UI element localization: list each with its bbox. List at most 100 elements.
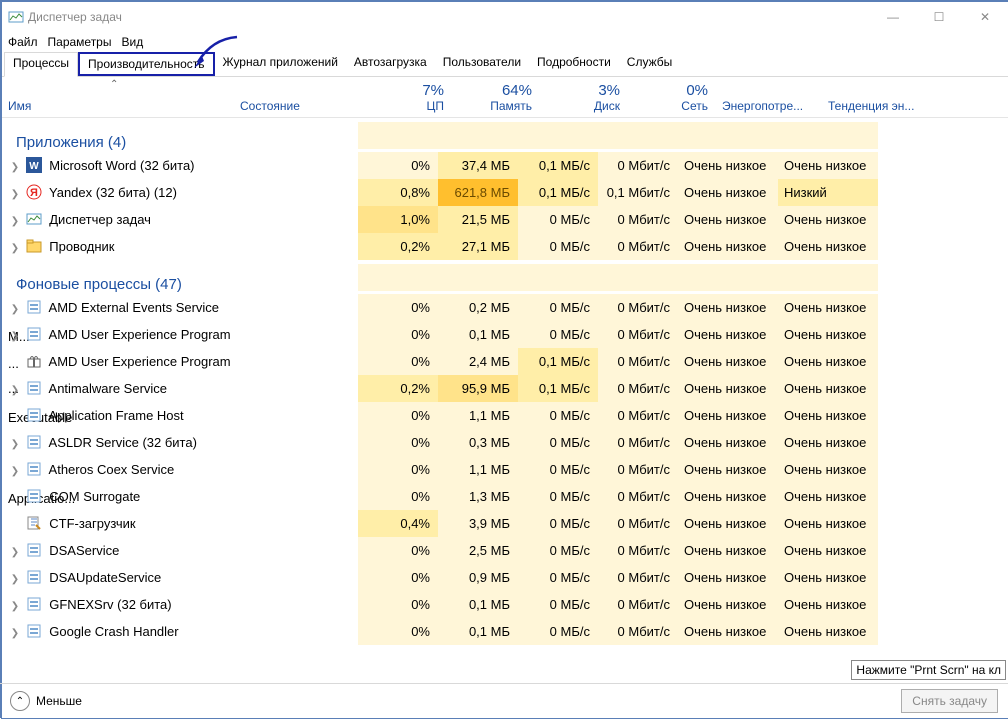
- col-header-cpu[interactable]: 7% ЦП: [364, 82, 452, 117]
- power-trend-value: Очень низкое: [778, 456, 878, 483]
- expand-icon[interactable]: ❯: [8, 539, 22, 566]
- network-value: 0 Мбит/с: [598, 294, 678, 321]
- tab-users[interactable]: Пользователи: [435, 52, 529, 76]
- fewer-details-link[interactable]: Меньше: [36, 694, 82, 708]
- cpu-value: 1,0%: [358, 206, 438, 233]
- expand-icon[interactable]: ❯: [8, 566, 22, 593]
- network-value: 0 Мбит/с: [598, 564, 678, 591]
- expand-icon[interactable]: ❯: [8, 296, 22, 323]
- table-row[interactable]: ❯ GFNEXSrv (32 бита) 0% 0,1 МБ 0 МБ/с 0 …: [2, 591, 1008, 618]
- end-task-button[interactable]: Снять задачу: [901, 689, 998, 713]
- process-icon: [26, 236, 42, 252]
- disk-value: 0 МБ/с: [518, 591, 598, 618]
- disk-value: 0,1 МБ/с: [518, 375, 598, 402]
- expand-icon[interactable]: ❯: [8, 377, 22, 404]
- tab-details[interactable]: Подробности: [529, 52, 619, 76]
- table-row[interactable]: ❯ Диспетчер задач 1,0% 21,5 МБ 0 МБ/с 0 …: [2, 206, 1008, 233]
- process-name: COM Surrogate: [49, 489, 140, 504]
- expand-icon[interactable]: ❯: [8, 620, 22, 647]
- expand-icon[interactable]: ❯: [8, 235, 22, 262]
- col-header-memory[interactable]: 64% Память: [452, 82, 540, 117]
- titlebar: Диспетчер задач — ☐ ✕: [2, 2, 1008, 32]
- process-icon: [26, 432, 42, 448]
- col-header-state[interactable]: Состояние: [240, 99, 364, 117]
- network-value: 0 Мбит/с: [598, 537, 678, 564]
- memory-value: 1,1 МБ: [438, 456, 518, 483]
- table-row[interactable]: ❯ W Microsoft Word (32 бита) 0% 37,4 МБ …: [2, 152, 1008, 179]
- table-row[interactable]: ❯ Я Yandex (32 бита) (12) 0,8% 621,8 МБ …: [2, 179, 1008, 206]
- expand-icon[interactable]: ❯: [8, 181, 22, 208]
- power-value: Очень низкое: [678, 294, 778, 321]
- tab-processes[interactable]: Процессы: [4, 52, 78, 77]
- process-table: ⌃ Имя Состояние 7% ЦП 64% Память 3% Диск…: [2, 77, 1008, 677]
- table-row[interactable]: CTF-загрузчик 0,4% 3,9 МБ 0 МБ/с 0 Мбит/…: [2, 510, 1008, 537]
- disk-value: 0 МБ/с: [518, 429, 598, 456]
- process-name: Диспетчер задач: [49, 212, 151, 227]
- table-row[interactable]: ❯ Antimalware Service Executable 0,2% 95…: [2, 375, 1008, 402]
- process-icon: W: [26, 155, 42, 171]
- disk-value: 0 МБ/с: [518, 233, 598, 260]
- expand-icon[interactable]: ❯: [8, 593, 22, 620]
- table-row[interactable]: AMD User Experience Program ... 0% 2,4 М…: [2, 348, 1008, 375]
- table-row[interactable]: Application Frame Host 0% 1,1 МБ 0 МБ/с …: [2, 402, 1008, 429]
- memory-value: 2,4 МБ: [438, 348, 518, 375]
- tab-performance[interactable]: Производительность: [78, 52, 214, 76]
- col-header-disk[interactable]: 3% Диск: [540, 82, 628, 117]
- memory-value: 0,1 МБ: [438, 321, 518, 348]
- network-value: 0 Мбит/с: [598, 429, 678, 456]
- tab-services[interactable]: Службы: [619, 52, 680, 76]
- power-value: Очень низкое: [678, 537, 778, 564]
- table-row[interactable]: ❯ Проводник 0,2% 27,1 МБ 0 МБ/с 0 Мбит/с…: [2, 233, 1008, 260]
- power-trend-value: Очень низкое: [778, 294, 878, 321]
- menu-file[interactable]: Файл: [8, 35, 38, 49]
- power-trend-value: Очень низкое: [778, 591, 878, 618]
- expand-icon[interactable]: ❯: [8, 458, 22, 485]
- expand-icon[interactable]: ❯: [8, 431, 22, 458]
- maximize-button[interactable]: ☐: [916, 2, 962, 32]
- expand-icon[interactable]: ❯: [8, 208, 22, 235]
- cpu-value: 0%: [358, 483, 438, 510]
- table-row[interactable]: ❯ DSAUpdateService 0% 0,9 МБ 0 МБ/с 0 Мб…: [2, 564, 1008, 591]
- menu-options[interactable]: Параметры: [48, 35, 112, 49]
- memory-value: 27,1 МБ: [438, 233, 518, 260]
- expand-icon[interactable]: ❯: [8, 154, 22, 181]
- col-header-power[interactable]: Энергопотре...: [716, 99, 822, 117]
- expand-icon[interactable]: ❯: [8, 323, 22, 350]
- process-icon: [26, 621, 42, 637]
- table-row[interactable]: ❯ AMD User Experience Program ... 0% 0,1…: [2, 321, 1008, 348]
- memory-value: 0,2 МБ: [438, 294, 518, 321]
- minimize-button[interactable]: —: [870, 2, 916, 32]
- process-icon: [26, 513, 42, 529]
- menubar: Файл Параметры Вид: [2, 32, 1008, 52]
- table-row[interactable]: ❯ AMD External Events Service M... 0% 0,…: [2, 294, 1008, 321]
- memory-value: 95,9 МБ: [438, 375, 518, 402]
- cpu-value: 0%: [358, 321, 438, 348]
- col-header-network[interactable]: 0% Сеть: [628, 82, 716, 117]
- table-row[interactable]: ❯ Google Crash Handler 0% 0,1 МБ 0 МБ/с …: [2, 618, 1008, 645]
- collapse-icon[interactable]: ⌃: [10, 691, 30, 711]
- col-header-trend[interactable]: Тенденция эн...: [822, 99, 928, 117]
- cpu-value: 0,8%: [358, 179, 438, 206]
- memory-value: 0,9 МБ: [438, 564, 518, 591]
- col-header-name[interactable]: Имя: [2, 99, 240, 117]
- table-row[interactable]: ❯ DSAService 0% 2,5 МБ 0 МБ/с 0 Мбит/с О…: [2, 537, 1008, 564]
- power-value: Очень низкое: [678, 206, 778, 233]
- table-row[interactable]: ❯ Atheros Coex Service Applicatio... 0% …: [2, 456, 1008, 483]
- table-header[interactable]: ⌃ Имя Состояние 7% ЦП 64% Память 3% Диск…: [2, 77, 1008, 118]
- memory-value: 1,3 МБ: [438, 483, 518, 510]
- tab-app-history[interactable]: Журнал приложений: [215, 52, 346, 76]
- power-trend-value: Очень низкое: [778, 618, 878, 645]
- group-header: Фоновые процессы (47): [2, 260, 1008, 294]
- footer: ⌃ Меньше Снять задачу: [0, 683, 1008, 718]
- close-button[interactable]: ✕: [962, 2, 1008, 32]
- memory-value: 3,9 МБ: [438, 510, 518, 537]
- memory-value: 0,3 МБ: [438, 429, 518, 456]
- tab-startup[interactable]: Автозагрузка: [346, 52, 435, 76]
- menu-view[interactable]: Вид: [121, 35, 143, 49]
- disk-value: 0 МБ/с: [518, 510, 598, 537]
- power-trend-value: Низкий: [778, 179, 878, 206]
- process-list[interactable]: Приложения (4) ❯ W Microsoft Word (32 би…: [2, 118, 1008, 676]
- table-row[interactable]: COM Surrogate 0% 1,3 МБ 0 МБ/с 0 Мбит/с …: [2, 483, 1008, 510]
- table-row[interactable]: ❯ ASLDR Service (32 бита) 0% 0,3 МБ 0 МБ…: [2, 429, 1008, 456]
- power-value: Очень низкое: [678, 233, 778, 260]
